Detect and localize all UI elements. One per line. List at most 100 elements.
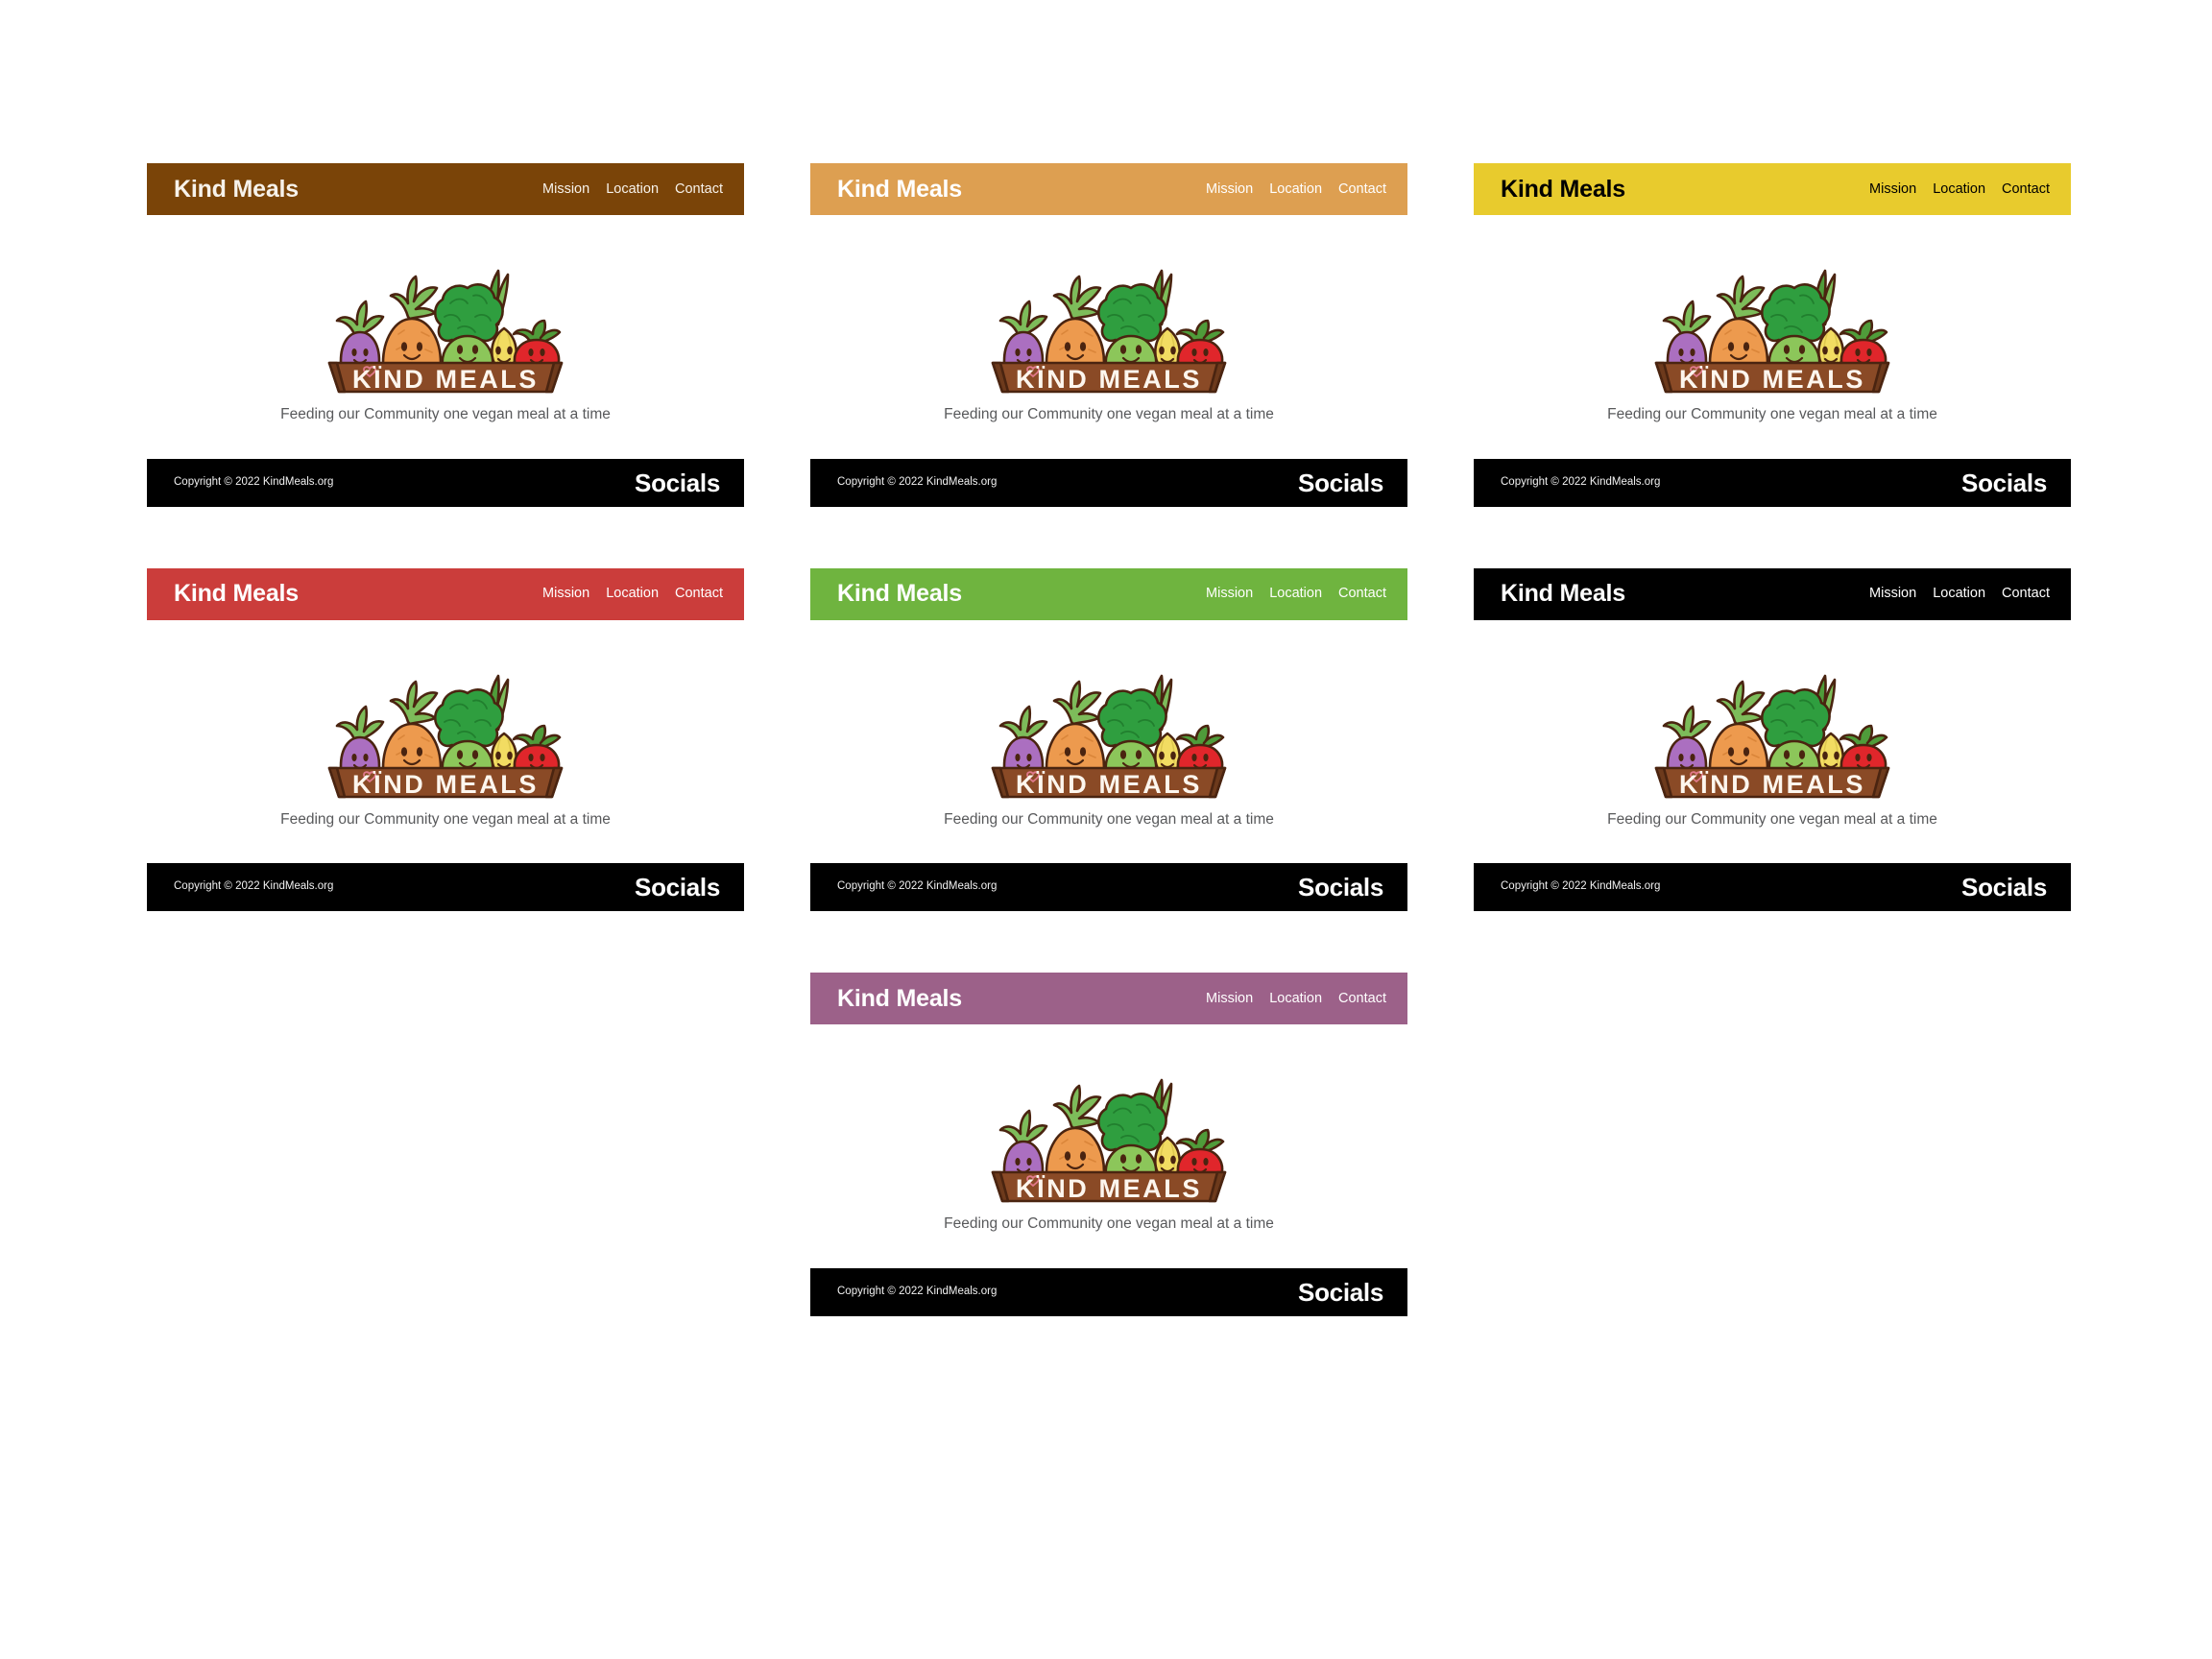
site-footer: Copyright © 2022 KindMeals.org Socials [810, 863, 1407, 911]
site-variant-card-green: Kind Meals Mission Location Contact KÏND… [810, 567, 1407, 911]
site-variant-card-tan: Kind Meals Mission Location Contact KÏND… [810, 163, 1407, 507]
tagline-text: Feeding our Community one vegan meal at … [280, 406, 611, 422]
site-header-brown: Kind Meals Mission Location Contact [147, 163, 744, 215]
main-nav: Mission Location Contact [1206, 587, 1386, 601]
tagline-text: Feeding our Community one vegan meal at … [1607, 406, 1937, 422]
site-footer: Copyright © 2022 KindMeals.org Socials [810, 1267, 1407, 1316]
tagline-text: Feeding our Community one vegan meal at … [280, 810, 611, 828]
tagline-text: Feeding our Community one vegan meal at … [944, 406, 1274, 422]
nav-link-contact[interactable]: Contact [675, 587, 723, 601]
nav-link-mission[interactable]: Mission [1206, 587, 1253, 601]
copyright-text: Copyright © 2022 KindMeals.org [1501, 475, 1661, 488]
kind-meals-logo-icon: KÏND MEALS [1643, 666, 1902, 799]
hero-section: KÏND MEALS Feeding our Community one veg… [810, 1024, 1407, 1232]
socials-link[interactable]: Socials [1298, 1280, 1383, 1305]
main-nav: Mission Location Contact [1206, 182, 1386, 197]
nav-link-mission[interactable]: Mission [1869, 587, 1916, 601]
kind-meals-logo-icon: KÏND MEALS [316, 261, 575, 394]
socials-link[interactable]: Socials [635, 470, 720, 495]
socials-link[interactable]: Socials [1961, 470, 2047, 495]
site-header-purple: Kind Meals Mission Location Contact [810, 973, 1407, 1024]
main-nav: Mission Location Contact [542, 587, 723, 601]
site-header-tan: Kind Meals Mission Location Contact [810, 163, 1407, 215]
nav-link-location[interactable]: Location [1269, 992, 1322, 1006]
site-footer: Copyright © 2022 KindMeals.org Socials [810, 458, 1407, 507]
nav-link-location[interactable]: Location [1933, 587, 1985, 601]
copyright-text: Copyright © 2022 KindMeals.org [174, 475, 334, 488]
svg-text:KÏND MEALS: KÏND MEALS [1016, 770, 1202, 799]
brand-title: Kind Meals [174, 175, 299, 203]
nav-link-contact[interactable]: Contact [1338, 587, 1386, 601]
nav-link-contact[interactable]: Contact [1338, 992, 1386, 1006]
kind-meals-logo-icon: KÏND MEALS [979, 1070, 1238, 1203]
site-variant-card-purple: Kind Meals Mission Location Contact KÏND… [810, 973, 1407, 1316]
site-header-yellow: Kind Meals Mission Location Contact [1474, 163, 2071, 215]
brand-title: Kind Meals [174, 580, 299, 607]
site-footer: Copyright © 2022 KindMeals.org Socials [147, 863, 744, 911]
brand-title: Kind Meals [837, 984, 962, 1012]
socials-link[interactable]: Socials [635, 875, 720, 900]
tagline-text: Feeding our Community one vegan meal at … [944, 810, 1274, 828]
main-nav: Mission Location Contact [542, 182, 723, 197]
kind-meals-logo-icon: KÏND MEALS [979, 261, 1238, 394]
hero-section: KÏND MEALS Feeding our Community one veg… [1474, 620, 2071, 828]
nav-link-location[interactable]: Location [1933, 182, 1985, 197]
site-variant-card-black: Kind Meals Mission Location Contact KÏND… [1474, 567, 2071, 911]
copyright-text: Copyright © 2022 KindMeals.org [837, 880, 998, 893]
svg-text:KÏND MEALS: KÏND MEALS [1679, 365, 1865, 394]
brand-title: Kind Meals [1501, 580, 1625, 607]
svg-text:KÏND MEALS: KÏND MEALS [1679, 770, 1865, 799]
nav-link-contact[interactable]: Contact [1338, 182, 1386, 197]
nav-link-location[interactable]: Location [1269, 587, 1322, 601]
site-header-black: Kind Meals Mission Location Contact [1474, 567, 2071, 620]
hero-section: KÏND MEALS Feeding our Community one veg… [147, 215, 744, 422]
copyright-text: Copyright © 2022 KindMeals.org [174, 880, 334, 893]
nav-link-mission[interactable]: Mission [1206, 992, 1253, 1006]
variant-grid: Kind Meals Mission Location Contact KÏND… [147, 163, 2071, 1316]
site-variant-card-brown: Kind Meals Mission Location Contact KÏND… [147, 163, 744, 507]
svg-text:KÏND MEALS: KÏND MEALS [352, 365, 539, 394]
copyright-text: Copyright © 2022 KindMeals.org [837, 1285, 998, 1297]
copyright-text: Copyright © 2022 KindMeals.org [1501, 880, 1661, 893]
brand-title: Kind Meals [837, 580, 962, 607]
hero-section: KÏND MEALS Feeding our Community one veg… [1474, 215, 2071, 422]
svg-text:KÏND MEALS: KÏND MEALS [1016, 1174, 1202, 1203]
site-footer: Copyright © 2022 KindMeals.org Socials [1474, 863, 2071, 911]
tagline-text: Feeding our Community one vegan meal at … [1607, 810, 1937, 828]
brand-title: Kind Meals [837, 175, 962, 203]
site-variant-card-red: Kind Meals Mission Location Contact KÏND… [147, 567, 744, 911]
socials-link[interactable]: Socials [1298, 875, 1383, 900]
hero-section: KÏND MEALS Feeding our Community one veg… [810, 215, 1407, 422]
nav-link-mission[interactable]: Mission [1206, 182, 1253, 197]
nav-link-contact[interactable]: Contact [2002, 587, 2050, 601]
kind-meals-logo-icon: KÏND MEALS [316, 666, 575, 799]
site-header-red: Kind Meals Mission Location Contact [147, 567, 744, 620]
socials-link[interactable]: Socials [1961, 875, 2047, 900]
nav-link-mission[interactable]: Mission [542, 182, 589, 197]
hero-section: KÏND MEALS Feeding our Community one veg… [147, 620, 744, 828]
copyright-text: Copyright © 2022 KindMeals.org [837, 475, 998, 488]
nav-link-location[interactable]: Location [1269, 182, 1322, 197]
variants-board: Kind Meals Mission Location Contact KÏND… [0, 0, 2212, 1659]
nav-link-location[interactable]: Location [606, 182, 659, 197]
nav-link-contact[interactable]: Contact [675, 182, 723, 197]
nav-link-location[interactable]: Location [606, 587, 659, 601]
svg-text:KÏND MEALS: KÏND MEALS [352, 770, 539, 799]
nav-link-mission[interactable]: Mission [542, 587, 589, 601]
brand-title: Kind Meals [1501, 175, 1625, 203]
site-footer: Copyright © 2022 KindMeals.org Socials [1474, 458, 2071, 507]
site-header-green: Kind Meals Mission Location Contact [810, 567, 1407, 620]
main-nav: Mission Location Contact [1869, 182, 2050, 197]
site-variant-card-yellow: Kind Meals Mission Location Contact KÏND… [1474, 163, 2071, 507]
hero-section: KÏND MEALS Feeding our Community one veg… [810, 620, 1407, 828]
socials-link[interactable]: Socials [1298, 470, 1383, 495]
main-nav: Mission Location Contact [1206, 992, 1386, 1006]
nav-link-contact[interactable]: Contact [2002, 182, 2050, 197]
main-nav: Mission Location Contact [1869, 587, 2050, 601]
kind-meals-logo-icon: KÏND MEALS [979, 666, 1238, 799]
site-footer: Copyright © 2022 KindMeals.org Socials [147, 458, 744, 507]
svg-text:KÏND MEALS: KÏND MEALS [1016, 365, 1202, 394]
tagline-text: Feeding our Community one vegan meal at … [944, 1215, 1274, 1232]
kind-meals-logo-icon: KÏND MEALS [1643, 261, 1902, 394]
nav-link-mission[interactable]: Mission [1869, 182, 1916, 197]
